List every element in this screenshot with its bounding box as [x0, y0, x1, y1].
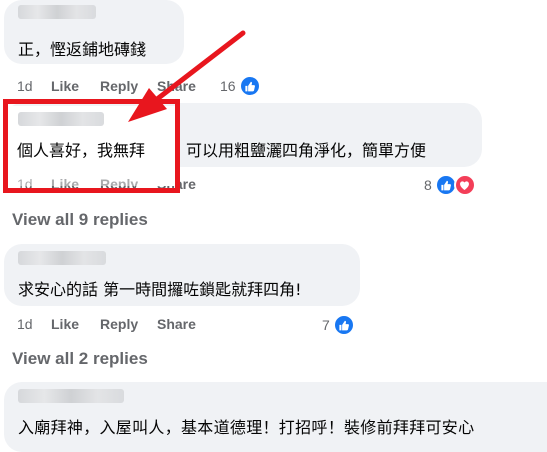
reply-button[interactable]: Reply: [100, 78, 138, 94]
comment-text: 正，慳返鋪地磚錢: [18, 40, 147, 59]
like-button[interactable]: Like: [51, 316, 79, 332]
author-name-blurred[interactable]: [18, 5, 96, 19]
highlight-box: [3, 99, 180, 193]
view-replies-link[interactable]: View all 2 replies: [12, 349, 148, 369]
comment-text: 入廟拜神，入屋叫人，基本道德理！打招呼！裝修前拜拜可安心: [18, 418, 475, 437]
author-name-blurred[interactable]: [18, 251, 106, 265]
reaction-count: 16: [220, 78, 236, 94]
reaction-summary[interactable]: 8: [424, 174, 476, 196]
timestamp[interactable]: 1d: [17, 78, 33, 94]
comment-text: 求安心的話 第一時間攞咗鎖匙就拜四角!: [18, 280, 302, 299]
like-button[interactable]: Like: [51, 78, 79, 94]
reaction-count: 7: [322, 317, 330, 333]
comment-text-continuation: 可以用粗鹽灑四角淨化，簡單方便: [186, 141, 427, 160]
like-icon: [238, 75, 261, 97]
author-name-blurred[interactable]: [18, 389, 124, 403]
view-replies-link[interactable]: View all 9 replies: [12, 210, 148, 230]
reaction-summary[interactable]: 7: [322, 314, 355, 336]
like-icon: [332, 314, 355, 336]
reaction-summary[interactable]: 16: [220, 75, 261, 97]
share-button[interactable]: Share: [157, 78, 196, 94]
reaction-count: 8: [424, 177, 432, 193]
reply-button[interactable]: Reply: [100, 316, 138, 332]
share-button[interactable]: Share: [157, 316, 196, 332]
heart-icon: [453, 174, 476, 196]
timestamp[interactable]: 1d: [17, 316, 33, 332]
